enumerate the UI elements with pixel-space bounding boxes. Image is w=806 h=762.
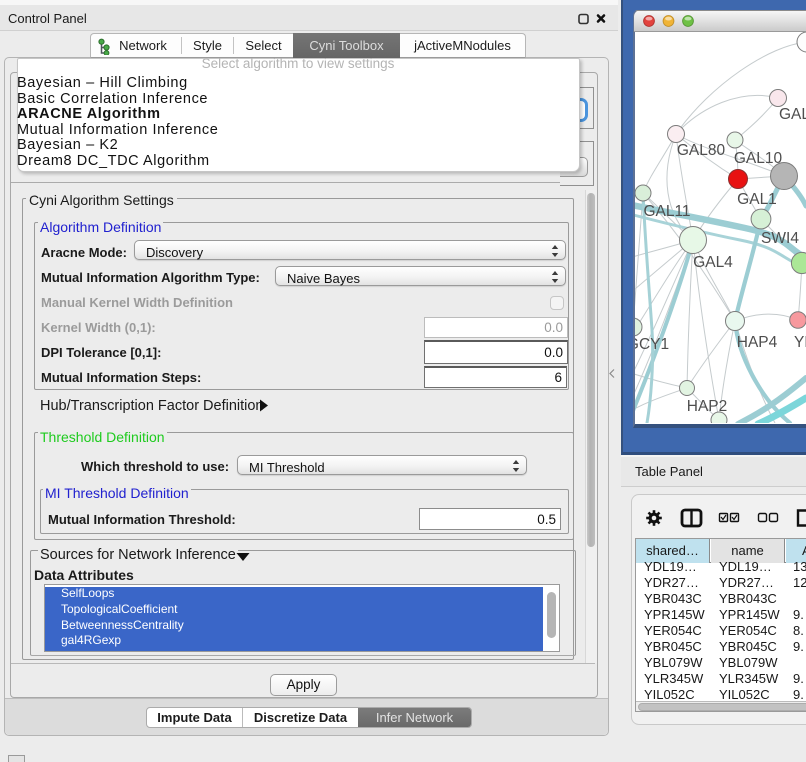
svg-text:HAP2: HAP2: [687, 398, 728, 415]
svg-text:GAL7: GAL7: [779, 106, 806, 123]
svg-text:YM: YM: [794, 334, 806, 351]
svg-text:SWI4: SWI4: [761, 230, 799, 247]
svg-text:GCY1: GCY1: [635, 336, 669, 353]
svg-text:GAL4: GAL4: [693, 254, 733, 271]
svg-text:GAL10: GAL10: [734, 150, 783, 167]
svg-text:GAL11: GAL11: [643, 203, 690, 220]
svg-text:HAP4: HAP4: [737, 334, 778, 351]
svg-text:GAL80: GAL80: [677, 142, 726, 159]
svg-text:GAL1: GAL1: [737, 191, 777, 208]
